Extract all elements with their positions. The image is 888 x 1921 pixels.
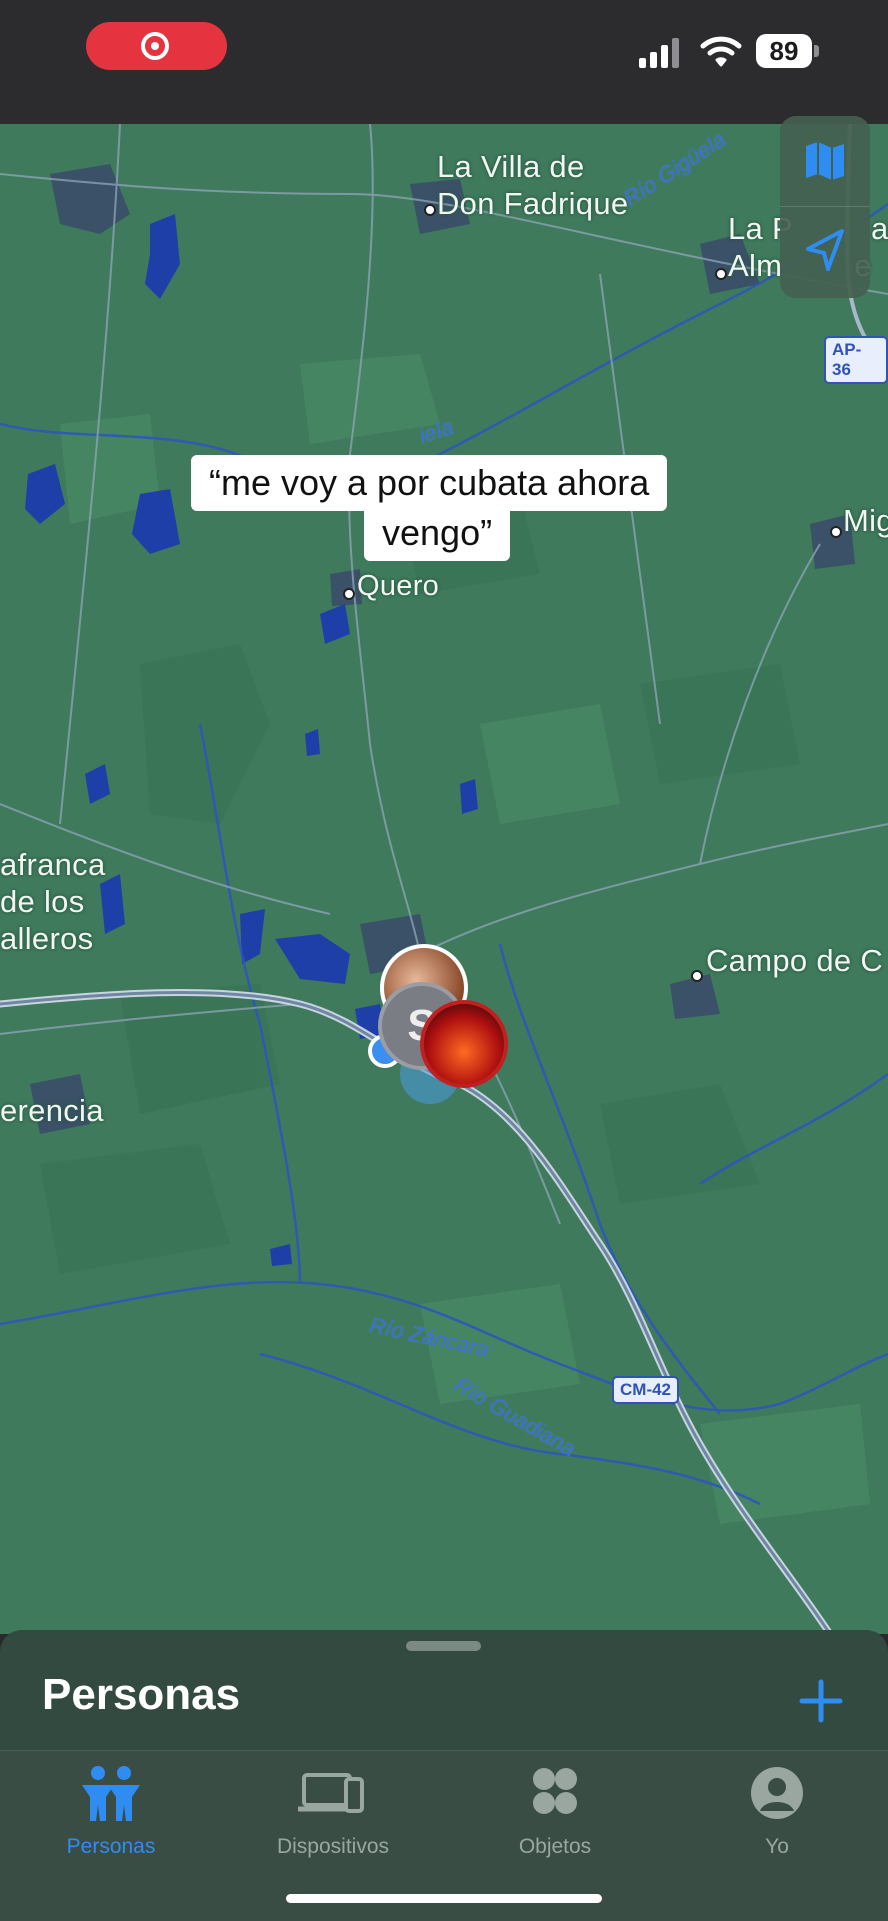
tab-label: Objetos <box>518 1835 592 1858</box>
place-label-line: Don Fadrique <box>437 186 629 221</box>
place-label-line: alleros <box>0 921 94 956</box>
person-avatar-2[interactable] <box>420 1000 508 1088</box>
devices-icon <box>298 1773 364 1813</box>
screen-recording-indicator[interactable] <box>86 22 227 70</box>
place-label-line: de los <box>0 884 85 919</box>
tab-dispositivos[interactable]: Dispositivos <box>222 1751 444 1871</box>
tab-yo[interactable]: Yo <box>666 1751 888 1871</box>
battery-level: 89 <box>756 34 812 68</box>
map-mode-button[interactable] <box>780 116 870 206</box>
place-label-part: a <box>870 211 888 246</box>
cellular-signal-icon <box>639 38 679 68</box>
tab-label: Yo <box>765 1835 789 1858</box>
place-label-miguel-esteban: Mig <box>843 503 888 538</box>
tab-personas[interactable]: Personas <box>0 1751 222 1871</box>
tab-label: Personas <box>66 1835 156 1858</box>
home-indicator[interactable] <box>286 1894 602 1903</box>
people-icon <box>82 1766 140 1821</box>
place-label-campo-de-criptana: Campo de C <box>706 943 884 978</box>
wifi-icon <box>700 36 742 67</box>
caption-line-2: vengo” <box>364 505 511 561</box>
place-label-part: Alm <box>728 248 783 283</box>
location-arrow-icon <box>806 229 844 271</box>
record-icon <box>141 32 169 60</box>
people-sheet[interactable]: Personas Personas Dispositivos Objetos Y… <box>0 1630 888 1921</box>
place-label-la-villa-de-don-fadrique: La Villa de Don Fadrique <box>437 148 628 222</box>
map-icon <box>806 142 844 180</box>
tab-label: Dispositivos <box>276 1835 390 1858</box>
map-view[interactable]: La Villa de Don Fadrique La Pa Alme Quer… <box>0 124 888 1634</box>
map-controls <box>780 116 870 298</box>
tab-objetos[interactable]: Objetos <box>444 1751 666 1871</box>
status-bar: 89 <box>0 0 888 124</box>
me-icon <box>751 1767 803 1819</box>
locate-me-button[interactable] <box>780 207 870 297</box>
sheet-grabber[interactable] <box>406 1641 481 1651</box>
caption-line-1: “me voy a por cubata ahora <box>191 455 668 511</box>
place-label-quero: Quero <box>357 570 440 602</box>
items-icon <box>533 1768 577 1814</box>
place-label-herencia: erencia <box>0 1093 104 1128</box>
place-label-line: La Villa de <box>437 149 585 184</box>
map-canvas <box>0 124 888 1634</box>
sheet-title: Personas <box>42 1670 241 1719</box>
road-shield-cm42: CM-42 <box>612 1376 680 1404</box>
plus-icon[interactable] <box>796 1676 846 1726</box>
place-label-line: afranca <box>0 847 106 882</box>
place-label-villafranca-de-los-caballeros: afranca de los alleros <box>0 846 106 957</box>
battery-icon: 89 <box>756 34 820 68</box>
road-shield-ap36: AP-36 <box>824 336 888 384</box>
